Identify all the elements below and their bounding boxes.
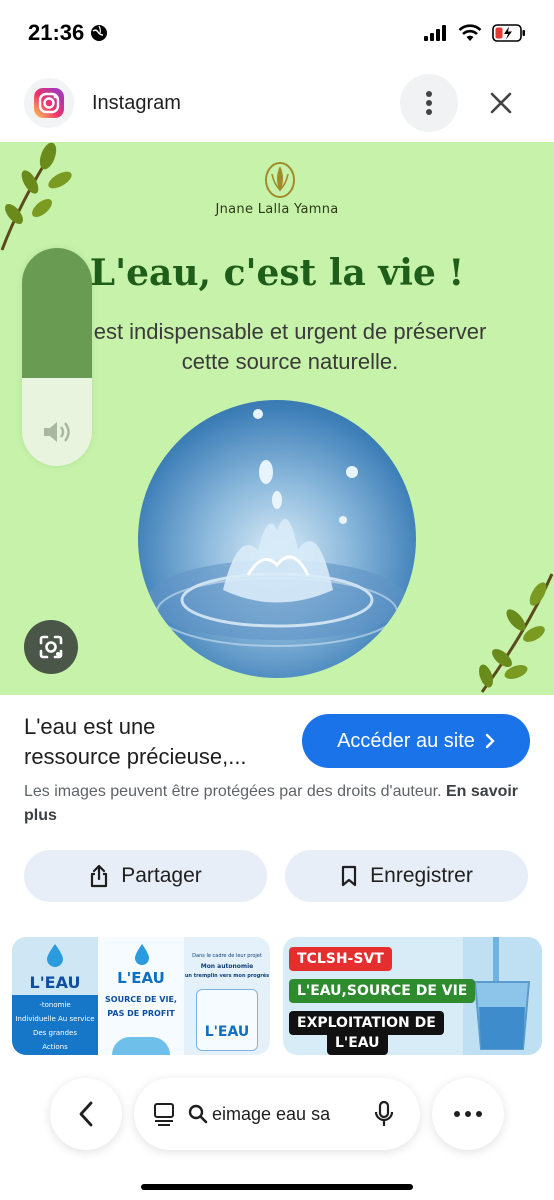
water-drop-icon — [135, 944, 149, 965]
related-left-drop-base — [112, 1037, 170, 1055]
result-image[interactable]: Jnane Lalla Yamna L'eau, c'est la vie ! … — [0, 142, 554, 695]
time-text: 21:36 — [28, 20, 85, 45]
related-tag-2: L'EAU,SOURCE DE VIE — [289, 979, 476, 1003]
water-splash-image — [138, 400, 416, 678]
tabs-icon[interactable] — [152, 1102, 176, 1126]
related-tag-1: TCLSH-SVT — [289, 947, 392, 971]
more-horizontal-icon — [454, 1111, 482, 1117]
page: 21:36 Instagram Jnane Lalla Yamna L'eau,… — [0, 0, 554, 1200]
close-icon — [490, 92, 512, 114]
battery-charging-icon — [492, 24, 525, 42]
related-left-text-3: un tremplin vers mon progrès — [184, 973, 270, 979]
related-left-line-2: Individuelle Au service — [15, 1015, 95, 1023]
back-icon — [79, 1101, 93, 1127]
related-left-title-1: L'EAU — [29, 973, 81, 992]
leaf-branch-bottom-right-icon — [479, 573, 554, 693]
related-left-panel-1: L'EAU -tonomie Individuelle Au service D… — [12, 937, 98, 1055]
image-subline-2: cette source naturelle. — [181, 349, 399, 374]
copyright-notice: Les images peuvent être protégées par de… — [24, 780, 534, 828]
copyright-text: Les images peuvent être protégées par de… — [24, 783, 442, 800]
related-result-right[interactable]: TCLSH-SVT L'EAU,SOURCE DE VIE EXPLOITATI… — [283, 937, 542, 1055]
more-options-button[interactable] — [400, 74, 458, 132]
image-subline-1: est indispensable et urgent de préserver — [93, 319, 487, 344]
more-vertical-icon — [426, 91, 432, 115]
bottom-toolbar: eimage eau sa — [0, 1078, 554, 1152]
visit-site-label: Accéder au site — [337, 729, 475, 752]
save-button[interactable]: Enregistrer — [285, 850, 528, 902]
related-left-text-2: Mon autonomie — [200, 963, 254, 970]
image-poster: Jnane Lalla Yamna L'eau, c'est la vie ! … — [0, 142, 554, 695]
app-name[interactable]: Instagram — [92, 92, 181, 115]
related-left-title-3: L'EAU — [204, 1024, 250, 1040]
result-title-line-1: L'eau est une — [24, 714, 156, 739]
visit-site-button[interactable]: Accéder au site — [302, 714, 530, 768]
brand-name: Jnane Lalla Yamna — [215, 202, 339, 217]
brand-logo-icon — [265, 162, 295, 198]
water-splash-graphic — [147, 409, 407, 647]
lens-search-button[interactable] — [24, 620, 78, 674]
close-button[interactable] — [478, 80, 524, 126]
share-icon — [91, 864, 108, 888]
result-title-line-2: ressource précieuse,... — [24, 744, 247, 769]
water-drop-icon — [47, 944, 63, 967]
result-title[interactable]: L'eau est une ressource précieuse,... — [24, 712, 294, 772]
related-left-line-1: -tonomie — [39, 1001, 71, 1009]
volume-slider[interactable] — [22, 248, 92, 466]
related-left-panel-2: L'EAU SOURCE DE VIE, PAS DE PROFIT — [98, 937, 184, 1055]
chevron-right-icon — [485, 733, 495, 749]
volume-track-upper — [22, 248, 92, 378]
related-left-text-1: Dans le cadre de leur projet — [192, 953, 262, 959]
share-button[interactable]: Partager — [24, 850, 267, 902]
lens-icon — [39, 635, 63, 659]
related-left-title-2: L'EAU — [117, 969, 165, 987]
leaf-branch-top-left-icon — [0, 142, 72, 251]
related-left-panel-3: Dans le cadre de leur projet Mon autonom… — [184, 937, 270, 1055]
search-icon — [188, 1104, 208, 1124]
related-left-line-3: Des grandes — [32, 1029, 77, 1037]
more-menu-button[interactable] — [432, 1078, 504, 1150]
back-button[interactable] — [50, 1078, 122, 1150]
status-bar: 21:36 — [0, 0, 554, 66]
instagram-logo-icon — [34, 88, 64, 118]
search-bar[interactable]: eimage eau sa — [134, 1078, 420, 1150]
home-indicator[interactable] — [141, 1184, 413, 1190]
search-text: eimage eau sa — [212, 1103, 331, 1124]
image-subline: est indispensable et urgent de préserver… — [40, 317, 540, 377]
microphone-icon[interactable] — [374, 1100, 394, 1128]
wifi-icon — [458, 24, 482, 41]
related-left-line-4: Actions — [42, 1043, 68, 1051]
related-left-wave: -tonomie Individuelle Au service Des gra… — [12, 995, 98, 1055]
app-logo[interactable] — [24, 78, 74, 128]
related-left-sub-1: SOURCE DE VIE, — [105, 995, 177, 1004]
sheet-header: Instagram — [0, 72, 554, 136]
bookmark-icon — [342, 865, 357, 887]
status-icons — [424, 24, 526, 42]
related-tag-4: L'EAU — [327, 1031, 388, 1055]
signal-icon — [424, 25, 446, 41]
speaker-icon — [44, 422, 70, 442]
save-label: Enregistrer — [370, 864, 473, 887]
status-time: 21:36 — [28, 20, 108, 46]
globe-icon — [91, 25, 108, 41]
related-left-card: L'EAU — [196, 989, 258, 1051]
related-result-left[interactable]: L'EAU -tonomie Individuelle Au service D… — [12, 937, 270, 1055]
share-label: Partager — [121, 864, 202, 887]
search-query[interactable]: eimage eau sa — [188, 1104, 362, 1125]
related-left-sub-2: PAS DE PROFIT — [107, 1009, 175, 1018]
